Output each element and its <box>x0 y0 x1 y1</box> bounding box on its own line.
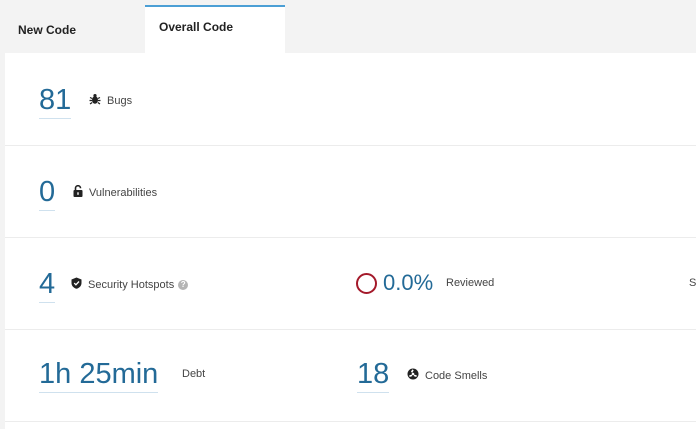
review-rating-ring-icon <box>356 273 377 294</box>
bug-icon <box>89 93 101 108</box>
debt-value[interactable]: 1h 25min <box>39 360 159 393</box>
debt-label: Debt <box>182 368 206 380</box>
vulnerabilities-label: Vulnerabilities <box>89 186 158 199</box>
help-icon[interactable]: ? <box>178 279 189 290</box>
measures-panel: 81 Bugs 0 Vulnerabilities 4 Security Hot… <box>5 53 696 429</box>
truncated-text: S <box>689 277 696 289</box>
code-smell-icon <box>407 368 419 383</box>
bugs-count[interactable]: 81 <box>39 86 72 119</box>
vulnerabilities-count[interactable]: 0 <box>39 178 56 211</box>
security-hotspots-label: Security Hotspots <box>88 278 175 291</box>
security-hotspots-row: 4 Security Hotspots ? 0.0% Reviewed S <box>5 238 696 330</box>
tab-overall-code[interactable]: Overall Code <box>145 5 285 53</box>
tab-overall-code-label: Overall Code <box>159 20 234 34</box>
reviewed-percentage[interactable]: 0.0% <box>383 272 433 294</box>
code-smells-count[interactable]: 18 <box>357 360 390 393</box>
tab-bar: New Code Overall Code <box>0 0 696 53</box>
security-hotspots-label-group: Security Hotspots ? <box>71 277 189 292</box>
security-hotspots-count[interactable]: 4 <box>39 270 56 303</box>
lock-open-icon <box>73 184 83 200</box>
bugs-row: 81 Bugs <box>5 53 696 146</box>
shield-icon <box>71 277 82 292</box>
bugs-label: Bugs <box>107 94 133 107</box>
vulnerabilities-label-group: Vulnerabilities <box>73 184 158 200</box>
code-smells-label-group: Code Smells <box>407 368 487 383</box>
tab-new-code[interactable]: New Code <box>0 5 145 53</box>
reviewed-label: Reviewed <box>446 277 495 289</box>
maintainability-row: 1h 25min Debt 18 Code Smells <box>5 330 696 422</box>
code-smells-label: Code Smells <box>425 369 488 382</box>
bugs-label-group: Bugs <box>89 93 132 108</box>
tab-new-code-label: New Code <box>18 23 77 37</box>
vulnerabilities-row: 0 Vulnerabilities <box>5 146 696 238</box>
